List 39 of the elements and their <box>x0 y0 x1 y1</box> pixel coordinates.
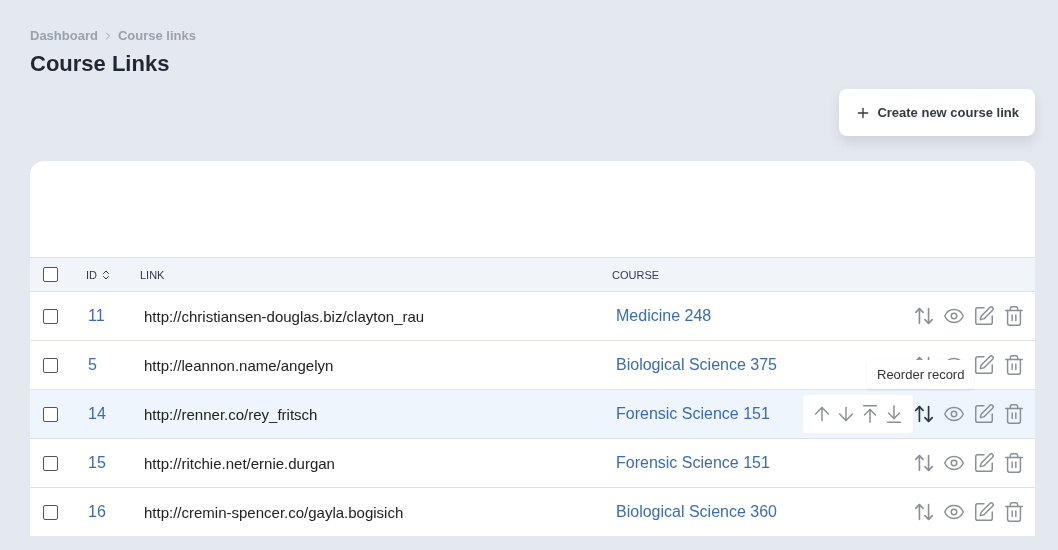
course-link[interactable]: Biological Science 360 <box>612 503 777 520</box>
edit-icon[interactable] <box>973 452 995 474</box>
edit-icon[interactable] <box>973 305 995 327</box>
id-cell-text: 14 <box>87 405 107 423</box>
course-link[interactable]: Medicine 248 <box>612 307 712 324</box>
edit-icon[interactable] <box>973 354 995 376</box>
checkbox[interactable] <box>43 267 58 282</box>
reorder-icon[interactable] <box>913 403 935 425</box>
link-cell-text: http://leannon.name/angelyn <box>143 356 335 374</box>
column-header: LINK <box>140 268 166 281</box>
edit-icon[interactable] <box>973 403 995 425</box>
trash-icon[interactable] <box>1003 403 1025 425</box>
sort-icon[interactable] <box>100 268 112 281</box>
link-cell-text: http://cremin-spencer.co/gayla.bogisich <box>143 503 405 521</box>
trash-icon[interactable] <box>1003 501 1025 523</box>
column-header: COURSE <box>612 268 661 281</box>
trash-icon[interactable] <box>1003 354 1025 376</box>
page-title: Course Links <box>30 51 171 77</box>
checkbox[interactable] <box>43 504 58 520</box>
link-cell-text: http://christiansen-douglas.biz/clayton_rau <box>143 307 426 325</box>
course-link[interactable]: Forensic Science 151 <box>612 405 770 422</box>
checkbox[interactable] <box>43 455 58 471</box>
checkbox[interactable] <box>43 357 58 373</box>
create-button[interactable]: Create new course link <box>839 89 1035 136</box>
id-cell-text: 11 <box>87 307 106 325</box>
checkbox[interactable] <box>43 406 58 422</box>
link-cell-text: http://renner.co/rey_fritsch <box>143 405 319 423</box>
column-header[interactable]: ID <box>86 268 140 281</box>
id-cell-text: 5 <box>87 356 98 374</box>
course-link[interactable]: Forensic Science 151 <box>612 454 770 471</box>
edit-icon[interactable] <box>973 501 995 523</box>
link-cell-text: http://ritchie.net/ernie.durgan <box>143 454 336 472</box>
course-link[interactable]: Biological Science 375 <box>612 356 777 373</box>
id-cell-text: 15 <box>87 454 107 472</box>
id-cell-text: 16 <box>87 503 107 521</box>
tooltip: Reorder record <box>867 360 975 389</box>
checkbox[interactable] <box>43 308 58 324</box>
trash-icon[interactable] <box>1003 305 1025 327</box>
trash-icon[interactable] <box>1003 452 1025 474</box>
